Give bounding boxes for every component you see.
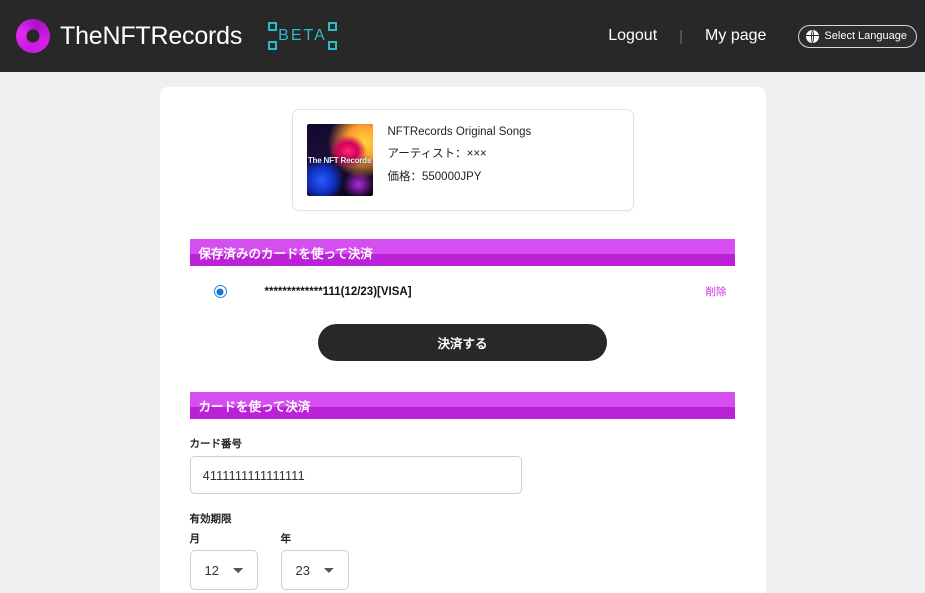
expiry-year-group: 年 23	[280, 531, 349, 590]
new-card-section: カードを使って決済 カード番号 有効期限 月 12	[160, 392, 766, 593]
pay-now-button[interactable]: 決済する	[318, 324, 607, 361]
delete-card-link[interactable]: 削除	[706, 284, 727, 299]
product-artist: アーティスト：×××	[387, 148, 487, 160]
brand-logo[interactable]: TheNFTRecords	[16, 19, 242, 53]
product-artwork-image: The NFT Records	[306, 124, 373, 196]
site-header: TheNFTRecords BETA Logout | My page Sele…	[0, 0, 925, 72]
expiry-year-label: 年	[280, 533, 292, 545]
product-details: NFTRecords Original Songs アーティスト：××× 価格：…	[388, 124, 532, 184]
card-number-input[interactable]	[189, 456, 522, 494]
card-number-label: カード番号	[189, 438, 243, 450]
beta-corner-top-right	[327, 22, 337, 31]
product-summary-card: The NFT Records NFTRecords Original Song…	[291, 109, 634, 211]
content-panel: The NFT Records NFTRecords Original Song…	[159, 87, 766, 593]
new-card-section-heading: カードを使って決済	[189, 392, 735, 419]
beta-corner-top-left	[268, 22, 278, 31]
artwork-overlay-label: The NFT Records	[307, 155, 372, 165]
logout-link[interactable]: Logout	[586, 27, 679, 45]
beta-corner-bottom-right	[327, 41, 337, 50]
nft-records-logo-icon	[16, 19, 50, 53]
globe-icon	[806, 29, 820, 43]
expiry-field-group: 有効期限 月 12 年 23	[189, 511, 736, 590]
card-number-field-group: カード番号	[189, 436, 736, 494]
brand-name: TheNFTRecords	[60, 21, 243, 50]
product-title: NFTRecords Original Songs	[387, 126, 532, 138]
expiry-month-select[interactable]: 12	[189, 550, 258, 590]
beta-badge: BETA	[268, 22, 337, 50]
select-language-label: Select Language	[824, 30, 907, 42]
saved-card-radio[interactable]	[213, 285, 227, 298]
saved-card-number: *************111(12/23)[VISA]	[264, 285, 412, 298]
expiry-month-group: 月 12	[189, 531, 258, 590]
saved-card-section: 保存済みのカードを使って決済 *************111(12/23)[V…	[160, 239, 766, 361]
beta-corner-bottom-left	[268, 41, 278, 50]
saved-card-section-heading: 保存済みのカードを使って決済	[189, 239, 735, 266]
my-page-link[interactable]: My page	[683, 27, 788, 45]
beta-label: BETA	[278, 27, 327, 44]
expiry-month-label: 月	[189, 533, 201, 545]
select-language-button[interactable]: Select Language	[798, 24, 917, 48]
page-background: The NFT Records NFTRecords Original Song…	[0, 72, 925, 593]
card-payment-form: カード番号 有効期限 月 12 年	[160, 436, 766, 593]
expiry-year-select[interactable]: 23	[280, 550, 349, 590]
saved-card-row: *************111(12/23)[VISA] 削除	[190, 284, 735, 299]
header-nav: Logout | My page Select Language	[586, 24, 917, 48]
product-price: 価格：550000JPY	[387, 171, 482, 183]
expiry-label: 有効期限	[189, 513, 232, 525]
expiry-selects-row: 月 12 年 23	[189, 531, 736, 590]
